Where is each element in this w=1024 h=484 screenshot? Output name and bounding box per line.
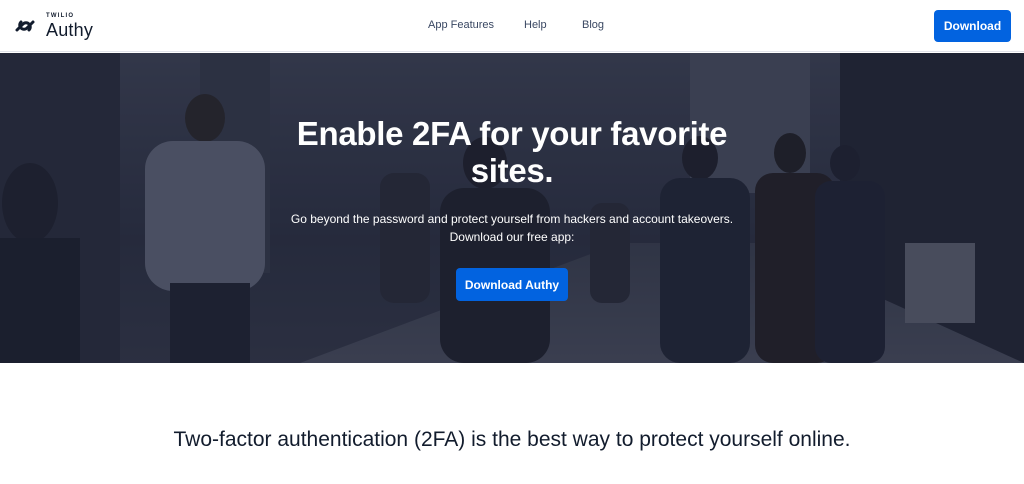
hero-content: Enable 2FA for your favorite sites. Go b…: [0, 53, 1024, 363]
hero-subtitle: Go beyond the password and protect yours…: [262, 210, 762, 246]
hero-subtitle-line-1: Go beyond the password and protect yours…: [290, 212, 734, 226]
nav-blog[interactable]: Blog: [582, 19, 604, 31]
main-nav: App Features Help Blog: [0, 0, 1024, 52]
nav-app-features[interactable]: App Features: [428, 19, 494, 31]
site-header: TWILIO Authy App Features Help Blog Down…: [0, 0, 1024, 52]
header-download-button[interactable]: Download: [934, 10, 1011, 42]
download-authy-button[interactable]: Download Authy: [456, 268, 568, 301]
nav-help[interactable]: Help: [524, 19, 547, 31]
hero-subtitle-line-2: Download our free app:: [449, 230, 575, 244]
hero-title: Enable 2FA for your favorite sites.: [296, 115, 728, 189]
hero-banner: Enable 2FA for your favorite sites. Go b…: [0, 53, 1024, 363]
section-heading: Two-factor authentication (2FA) is the b…: [173, 428, 851, 451]
